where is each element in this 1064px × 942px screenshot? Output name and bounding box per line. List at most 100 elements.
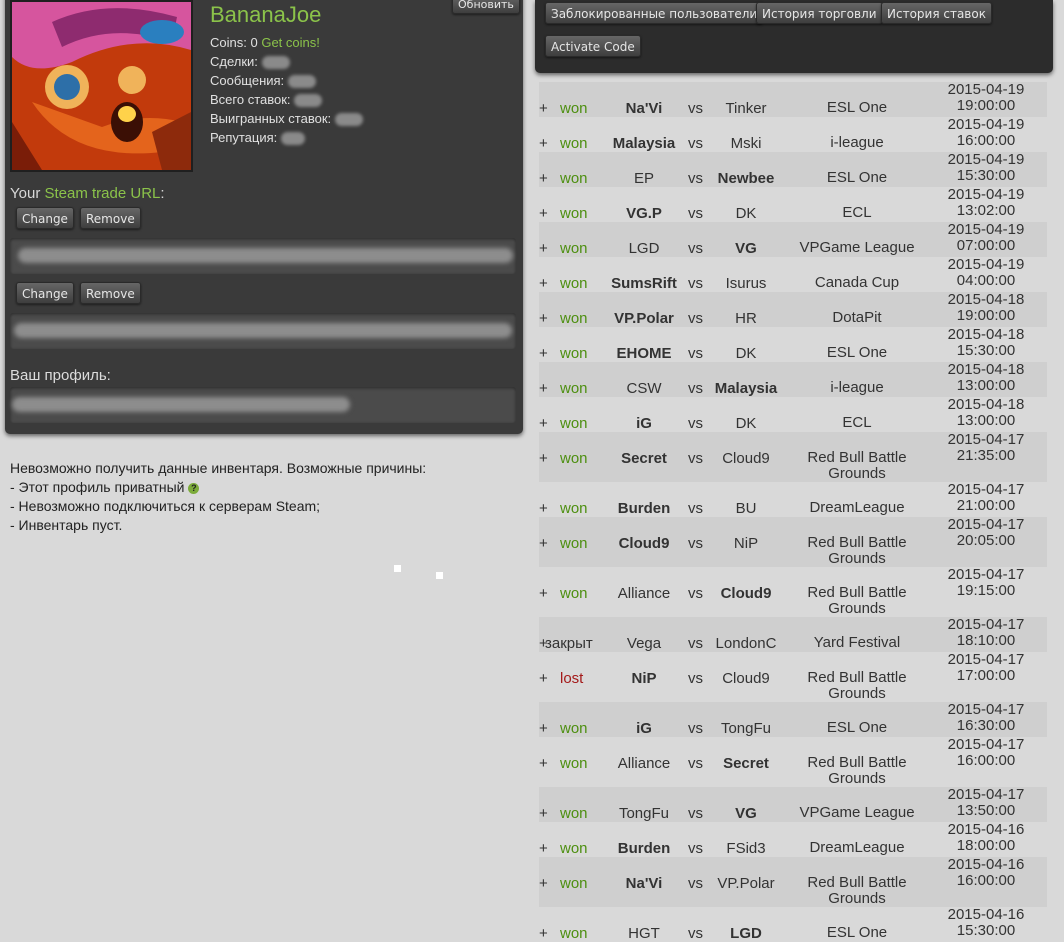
team-one: NiP — [631, 670, 657, 687]
bet-result: won — [560, 450, 588, 467]
team-two: Isurus — [725, 275, 767, 292]
vs-label: vs — [688, 100, 703, 117]
event-name: VPGame League — [799, 239, 915, 256]
bet-date: 2015-04-18 — [947, 361, 1025, 378]
bet-row[interactable]: + won EHOME vs DK ESL One 2015-04-18 15:30:00 — [539, 327, 1047, 363]
bet-row[interactable]: + won Burden vs FSid3 DreamLeague 2015-04-16 18… — [539, 821, 1047, 858]
bet-row[interactable]: + won VP.Polar vs HR DotaPit 2015-04-18 19:00:0… — [539, 292, 1047, 327]
avatar-image — [12, 2, 191, 170]
bet-date: 2015-04-19 — [947, 256, 1025, 273]
bet-row[interactable]: + won Burden vs BU DreamLeague 2015-04-17 21:00… — [539, 482, 1047, 518]
team-one: HGT — [628, 925, 660, 942]
team-one: Vega — [626, 635, 662, 652]
expand-toggle[interactable]: + — [539, 205, 548, 222]
bet-row[interactable]: + закрыт Vega vs LondonC Yard Festival 2015-04… — [539, 617, 1047, 652]
expand-toggle[interactable]: + — [539, 840, 548, 857]
event-name: ECL — [842, 204, 872, 221]
bet-row[interactable]: + won EP vs Newbee ESL One 2015-04-19 15:30:00 — [539, 152, 1047, 187]
steam-trade-url-link[interactable]: Steam trade URL — [44, 185, 160, 202]
expand-toggle[interactable]: + — [539, 535, 548, 552]
expand-toggle[interactable]: + — [539, 755, 548, 772]
expand-toggle[interactable]: + — [539, 100, 548, 117]
blocked-users-button[interactable]: Заблокированные пользователи — [545, 2, 764, 24]
bet-row[interactable]: + won LGD vs VG VPGame League 2015-04-19 07:00:… — [539, 222, 1047, 257]
bet-row[interactable]: + won Alliance vs Secret Red Bull Battle Groun… — [539, 737, 1047, 787]
change-trade-url-button[interactable]: Change — [16, 207, 74, 229]
event-name: Red Bull Battle — [807, 669, 907, 686]
bet-row[interactable]: + won iG vs TongFu ESL One 2015-04-17 16:30:00 — [539, 702, 1047, 737]
bet-row[interactable]: + won TongFu vs VG VPGame League 2015-04-17 13:… — [539, 787, 1047, 822]
trade-url-field[interactable] — [10, 238, 516, 274]
stats-list: Coins: 0 Get coins! Сделки: Сообщения: В… — [210, 33, 363, 147]
team-two: VP.Polar — [717, 875, 775, 892]
expand-toggle[interactable]: + — [539, 275, 548, 292]
second-url-field[interactable] — [10, 313, 516, 349]
bet-result: won — [560, 345, 588, 362]
vs-label: vs — [688, 805, 703, 822]
expand-toggle[interactable]: + — [539, 500, 548, 517]
bet-row[interactable]: + won Na'Vi vs VP.Polar Red Bull Battle Ground… — [539, 857, 1047, 907]
bet-row[interactable]: + won Alliance vs Cloud9 Red Bull Battle Groun… — [539, 567, 1047, 617]
event-name: Grounds — [828, 600, 886, 617]
team-two: DK — [735, 345, 757, 362]
expand-toggle[interactable]: + — [539, 415, 548, 432]
trade-history-button[interactable]: История торговли — [756, 2, 883, 24]
bet-date: 2015-04-16 — [947, 821, 1025, 838]
bet-row[interactable]: + won VG.P vs DK ECL 2015-04-19 13:02:00 — [539, 187, 1047, 223]
event-name: i-league — [830, 134, 884, 151]
bet-row[interactable]: + won Cloud9 vs NiP Red Bull Battle Grounds 201… — [539, 517, 1047, 567]
refresh-button[interactable]: Обновить — [452, 0, 520, 14]
bet-row[interactable]: + won iG vs DK ECL 2015-04-18 13:00:00 — [539, 397, 1047, 433]
expand-toggle[interactable]: + — [539, 240, 548, 257]
bet-row[interactable]: + won Malaysia vs Mski i-league 2015-04-19 16:0… — [539, 117, 1047, 153]
event-name: Red Bull Battle — [807, 584, 907, 601]
bet-time: 15:30:00 — [956, 342, 1016, 359]
expand-toggle[interactable]: + — [539, 670, 548, 687]
bet-result: won — [560, 380, 588, 397]
bet-result: won — [560, 100, 588, 117]
expand-toggle[interactable]: + — [539, 875, 548, 892]
profile-url-field[interactable] — [10, 387, 516, 423]
vs-label: vs — [688, 535, 703, 552]
redacted-value — [334, 113, 363, 127]
avatar[interactable] — [10, 0, 193, 172]
event-name: ESL One — [826, 719, 888, 736]
change-second-button[interactable]: Change — [16, 282, 74, 304]
bet-row[interactable]: + won Na'Vi vs Tinker ESL One 2015-04-19 19:00:… — [539, 82, 1047, 117]
bet-history-button[interactable]: История ставок — [881, 2, 992, 24]
deals-stat: Сделки: — [210, 52, 363, 71]
expand-toggle[interactable]: + — [539, 135, 548, 152]
username[interactable]: BananaJoe — [210, 2, 321, 28]
bet-row[interactable]: + won CSW vs Malaysia i-league 2015-04-18 13:00… — [539, 362, 1047, 397]
bet-result: won — [560, 805, 588, 822]
expand-toggle[interactable]: + — [539, 345, 548, 362]
team-one: VP.Polar — [614, 310, 674, 327]
event-name: Red Bull Battle — [807, 534, 907, 551]
remove-second-button[interactable]: Remove — [80, 282, 141, 304]
bet-row[interactable]: + won Secret vs Cloud9 Red Bull Battle Grounds… — [539, 432, 1047, 482]
remove-trade-url-button[interactable]: Remove — [80, 207, 141, 229]
get-coins-link[interactable]: Get coins! — [261, 35, 320, 50]
expand-toggle[interactable]: + — [539, 720, 548, 737]
expand-toggle[interactable]: + — [539, 450, 548, 467]
bet-result: won — [560, 415, 588, 432]
vs-label: vs — [688, 635, 703, 652]
bet-result: won — [560, 840, 588, 857]
expand-toggle[interactable]: + — [539, 925, 548, 942]
team-one: EHOME — [616, 345, 672, 362]
help-icon[interactable]: ? — [188, 482, 200, 494]
bet-time: 15:30:00 — [956, 922, 1016, 939]
notice-line: - Этот профиль приватный — [10, 479, 185, 495]
expand-toggle[interactable]: + — [539, 380, 548, 397]
team-two: Cloud9 — [722, 450, 770, 467]
bet-time: 04:00:00 — [956, 272, 1016, 289]
bet-date: 2015-04-17 — [947, 516, 1025, 533]
expand-toggle[interactable]: + — [539, 310, 548, 327]
expand-toggle[interactable]: + — [539, 805, 548, 822]
expand-toggle[interactable]: + — [539, 170, 548, 187]
activate-code-button[interactable]: Activate Code — [545, 35, 641, 57]
bet-row[interactable]: + won SumsRift vs Isurus Canada Cup 2015-04-19… — [539, 256, 1047, 293]
expand-toggle[interactable]: + — [539, 585, 548, 602]
bet-row[interactable]: + won HGT vs LGD ESL One 2015-04-16 15:30:00 — [539, 907, 1047, 942]
bet-row[interactable]: + lost NiP vs Cloud9 Red Bull Battle Grounds 20… — [539, 652, 1047, 702]
